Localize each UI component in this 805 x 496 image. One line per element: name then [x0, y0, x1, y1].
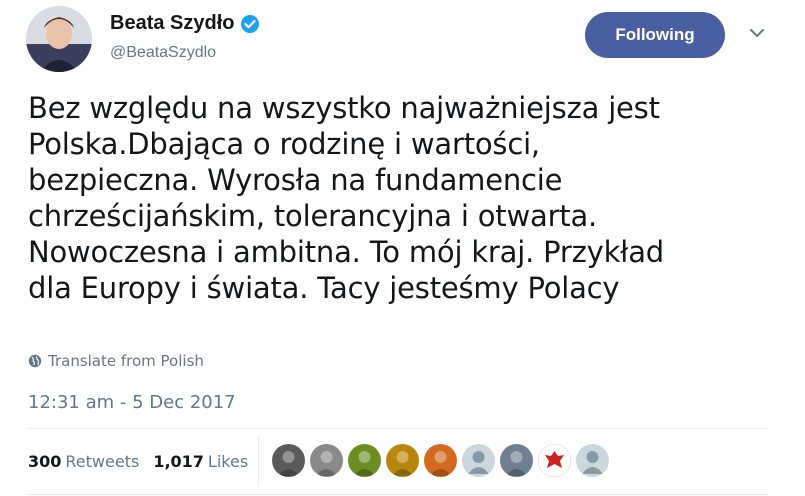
chevron-down-icon[interactable]: [748, 24, 766, 42]
default-avatar-icon[interactable]: [576, 444, 609, 477]
tweet-line: bezpieczna. Wyrosła na fundamencie: [28, 163, 563, 197]
tweet-line: chrześcijańskim, tolerancyjna i otwarta.: [28, 199, 598, 233]
following-button[interactable]: Following: [585, 12, 725, 58]
retweets-count[interactable]: 300: [28, 452, 61, 471]
tweet-stats: 300 Retweets 1,017 Likes: [28, 452, 262, 471]
eagle-emblem-icon[interactable]: [538, 444, 571, 477]
author-handle[interactable]: @BeataSzydlo: [110, 44, 216, 62]
translate-link[interactable]: Translate from Polish: [28, 352, 204, 370]
tweet-line: Bez względu na wszystko najważniejsza je…: [28, 91, 660, 125]
likes-count[interactable]: 1,017: [153, 452, 204, 471]
translate-label[interactable]: Translate from Polish: [48, 352, 204, 370]
author-name-row: Beata Szydło: [110, 12, 260, 35]
likes-label[interactable]: Likes: [208, 452, 248, 471]
liker-avatar-3-icon[interactable]: [348, 444, 381, 477]
tweet-line: dla Europy i świata. Tacy jesteśmy Polac…: [28, 271, 620, 305]
divider: [28, 428, 768, 429]
tweet-timestamp[interactable]: 12:31 am - 5 Dec 2017: [28, 392, 236, 413]
verified-badge-icon: [240, 14, 260, 34]
author-name[interactable]: Beata Szydło: [110, 12, 234, 35]
tweet-line: Polska.Dbająca o rodzinę i wartości,: [28, 127, 540, 161]
stats-separator: [258, 436, 259, 486]
liker-avatar-2-icon[interactable]: [310, 444, 343, 477]
author-avatar-icon: [26, 6, 92, 72]
globe-icon: [28, 354, 42, 368]
divider: [28, 494, 768, 495]
tweet-text: Bez względu na wszystko najważniejsza je…: [28, 90, 768, 306]
retweets-label[interactable]: Retweets: [65, 452, 139, 471]
liker-avatar-1-icon[interactable]: [272, 444, 305, 477]
liker-avatar-7-icon[interactable]: [500, 444, 533, 477]
tweet-line: Nowoczesna i ambitna. To mój kraj. Przyk…: [28, 235, 664, 269]
liker-avatar-5-icon[interactable]: [424, 444, 457, 477]
default-avatar-icon[interactable]: [462, 444, 495, 477]
liker-avatars: [272, 444, 614, 477]
liker-avatar-4-icon[interactable]: [386, 444, 419, 477]
author-avatar[interactable]: [26, 6, 92, 72]
